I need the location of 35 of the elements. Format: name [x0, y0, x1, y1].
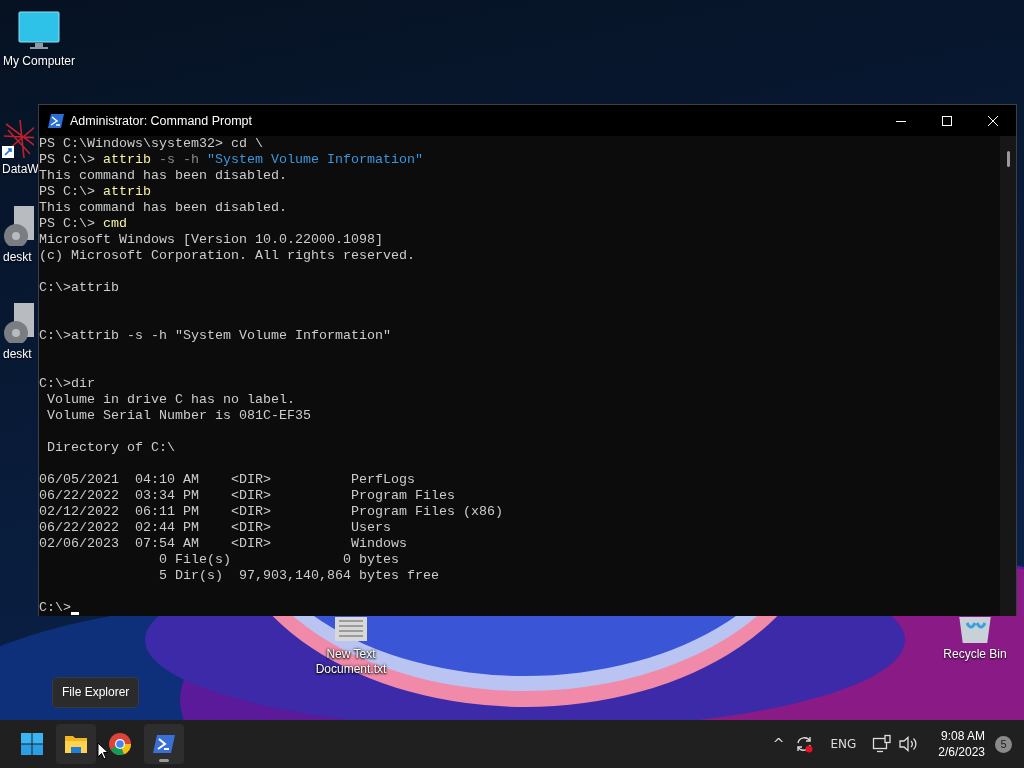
clock-date: 2/6/2023	[938, 744, 985, 760]
console-line: 06/22/2022 02:44 PM <DIR> Users	[39, 520, 391, 536]
console-line: PS C:\> attrib	[39, 184, 151, 200]
console-line: (c) Microsoft Corporation. All rights reserved.	[39, 248, 415, 264]
console-line: PS C:\Windows\system32> cd \	[39, 136, 263, 152]
console-line: Volume Serial Number is 081C-EF35	[46, 408, 311, 424]
icon-label[interactable]: deskt	[3, 250, 32, 265]
icon-label[interactable]: deskt	[3, 347, 32, 362]
console-line: 02/12/2022 06:11 PM <DIR> Program Files (x86)	[39, 504, 503, 520]
icon-label[interactable]: DataW	[2, 162, 39, 177]
notification-badge[interactable]: 5	[995, 735, 1012, 753]
console-line: 06/05/2021 04:10 AM <DIR> PerfLogs	[39, 472, 415, 488]
console-line: C:\>	[39, 600, 71, 616]
tooltip: File Explorer	[52, 677, 140, 708]
clock[interactable]: 9:08 AM 2/6/2023	[934, 728, 989, 760]
clock-time: 9:08 AM	[940, 728, 985, 744]
console-line: C:\>attrib	[39, 280, 119, 296]
window-title: Administrator: Command Prompt	[70, 113, 252, 128]
language-button[interactable]: ENG	[826, 737, 861, 751]
console-line: PS C:\> cmd	[39, 216, 127, 232]
console-line: C:\>attrib -s -h "System Volume Information"	[39, 328, 391, 344]
console-line: This command has been disabled.	[39, 200, 287, 216]
console-line: PS C:\> attrib -s -h "System Volume Information"	[39, 152, 423, 167]
console-line: Microsoft Windows [Version 10.0.22000.1098]	[39, 232, 383, 248]
console-line: This command has been disabled.	[39, 168, 287, 184]
console-line: Directory of C:\	[46, 440, 175, 456]
console-line: 0 File(s) 0 bytes	[157, 552, 399, 568]
console-line: 02/06/2023 07:54 AM <DIR> Windows	[39, 536, 407, 552]
icon-label[interactable]: Recycle Bin	[943, 647, 1007, 662]
console-line: 5 Dir(s) 97,903,140,864 bytes free	[157, 568, 439, 584]
console-line: Volume in drive C has no label.	[46, 392, 295, 408]
console-line: 06/22/2022 03:34 PM <DIR> Program Files	[39, 488, 455, 504]
icon-label[interactable]: My Computer	[3, 54, 75, 69]
console-line: C:\>dir	[39, 376, 95, 392]
show-hidden-icons-button[interactable]: ^	[768, 736, 789, 752]
